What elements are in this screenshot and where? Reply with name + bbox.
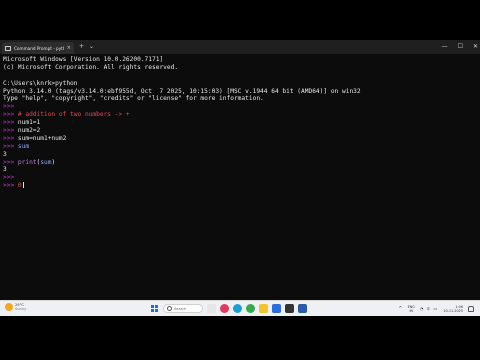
notification-bell-icon[interactable]: [468, 305, 474, 312]
console-text: # addition of two numbers -> +: [17, 111, 130, 119]
clock-date: 10-11-2025: [443, 308, 463, 313]
search-placeholder: Search: [174, 306, 187, 311]
taskbar: 29°C Sunny Search ^ ENG IN ◔ ⚟ ▭ 1:06 10…: [0, 300, 480, 316]
lang-region: IN: [409, 308, 413, 313]
language-indicator[interactable]: ENG IN: [408, 305, 415, 313]
system-status-icons[interactable]: ◔ ⚟ ▭: [420, 306, 438, 311]
tab-bar: Command Prompt - python × + ⌄ — ☐ ✕: [0, 40, 480, 54]
maximize-button[interactable]: ☐: [458, 44, 463, 50]
tab-command-prompt[interactable]: Command Prompt - python ×: [2, 42, 74, 54]
console-line: >>> num2=2: [3, 127, 477, 135]
close-window-button[interactable]: ✕: [473, 44, 478, 50]
weather-desc: Sunny: [15, 307, 27, 311]
weather-widget[interactable]: 29°C Sunny: [5, 303, 26, 311]
console-line: 3: [3, 166, 477, 174]
edge-icon[interactable]: [233, 304, 242, 313]
store-icon[interactable]: [272, 304, 281, 313]
taskbar-apps: Search: [150, 303, 307, 314]
chevron-down-icon[interactable]: ⌄: [89, 44, 94, 50]
prompt-marker: >>>: [3, 111, 18, 119]
console-line: 3: [3, 151, 477, 159]
console-text: 3: [3, 150, 7, 158]
console-text: sum: [40, 158, 52, 166]
console-line: >>> # addition of two numbers -> +: [3, 111, 477, 119]
system-tray: ^ ENG IN ◔ ⚟ ▭ 1:06 10-11-2025: [398, 303, 474, 314]
terminal-icon: [5, 45, 11, 51]
console-line: (c) Microsoft Corporation. All rights re…: [3, 64, 477, 72]
console-text: (c) Microsoft Corporation. All rights re…: [3, 63, 179, 71]
terminal-window: Command Prompt - python × + ⌄ — ☐ ✕ Micr…: [0, 40, 480, 316]
console-text: num2=2: [17, 127, 41, 135]
console-output[interactable]: Microsoft Windows [Version 10.0.26200.71…: [3, 56, 477, 276]
app-icon-1[interactable]: [220, 304, 229, 313]
new-tab-button[interactable]: +: [79, 44, 84, 50]
console-text: 3: [3, 166, 7, 174]
windows-logo-icon: [151, 305, 158, 312]
console-line: >>>: [3, 174, 477, 182]
file-explorer-icon[interactable]: [259, 304, 268, 313]
task-view-icon[interactable]: [207, 304, 216, 313]
sun-icon: [5, 303, 13, 311]
prompt-marker: >>>: [3, 142, 18, 150]
console-text: num1=1: [17, 119, 41, 127]
clock[interactable]: 1:06 10-11-2025: [443, 305, 463, 313]
close-tab-icon[interactable]: ×: [67, 45, 71, 51]
console-line: >>>: [3, 103, 477, 111]
window-controls: — ☐ ✕: [442, 40, 478, 54]
console-text: print: [17, 158, 37, 166]
console-line: >>> sum=num1+num2: [3, 135, 477, 143]
console-text: 0: [17, 182, 22, 190]
search-icon: [167, 306, 172, 311]
start-button[interactable]: [150, 304, 159, 313]
console-text: C:\Users\knrk>python: [3, 79, 78, 87]
console-text: sum: [17, 142, 30, 150]
text-cursor: [22, 182, 24, 189]
prompt-marker: >>>: [3, 158, 18, 166]
console-line: >>> sum: [3, 143, 477, 151]
console-line: Type "help", "copyright", "credits" or "…: [3, 95, 477, 103]
console-text: sum=num1+num2: [17, 134, 67, 142]
chrome-icon[interactable]: [246, 304, 255, 313]
console-text: ): [51, 158, 56, 166]
console-text: Microsoft Windows [Version 10.0.26200.71…: [3, 56, 164, 63]
console-line: >>> num1=1: [3, 119, 477, 127]
console-line: Microsoft Windows [Version 10.0.26200.71…: [3, 56, 477, 64]
tray-chevron-icon[interactable]: ^: [398, 306, 402, 312]
console-line: >>> 0: [3, 182, 477, 190]
terminal-app-icon[interactable]: [285, 304, 294, 313]
tab-title: Command Prompt - python: [14, 45, 64, 51]
app-icon-2[interactable]: [298, 304, 307, 313]
console-line: >>> print(sum): [3, 159, 477, 167]
console-text: Python 3.14.0 (tags/v3.14.0:ebf955d, Oct…: [3, 87, 361, 95]
prompt-marker: >>>: [3, 134, 18, 142]
prompt-marker: >>>: [3, 119, 18, 127]
search-box[interactable]: Search: [163, 304, 203, 313]
prompt-marker: >>>: [3, 182, 18, 190]
prompt-marker: >>>: [3, 127, 18, 135]
console-text: Type "help", "copyright", "credits" or "…: [3, 95, 264, 103]
console-line: C:\Users\knrk>python: [3, 80, 477, 88]
console-line: Python 3.14.0 (tags/v3.14.0:ebf955d, Oct…: [3, 88, 477, 96]
prompt-marker: >>>: [3, 103, 15, 111]
prompt-marker: >>>: [3, 174, 15, 182]
minimize-button[interactable]: —: [442, 44, 448, 50]
